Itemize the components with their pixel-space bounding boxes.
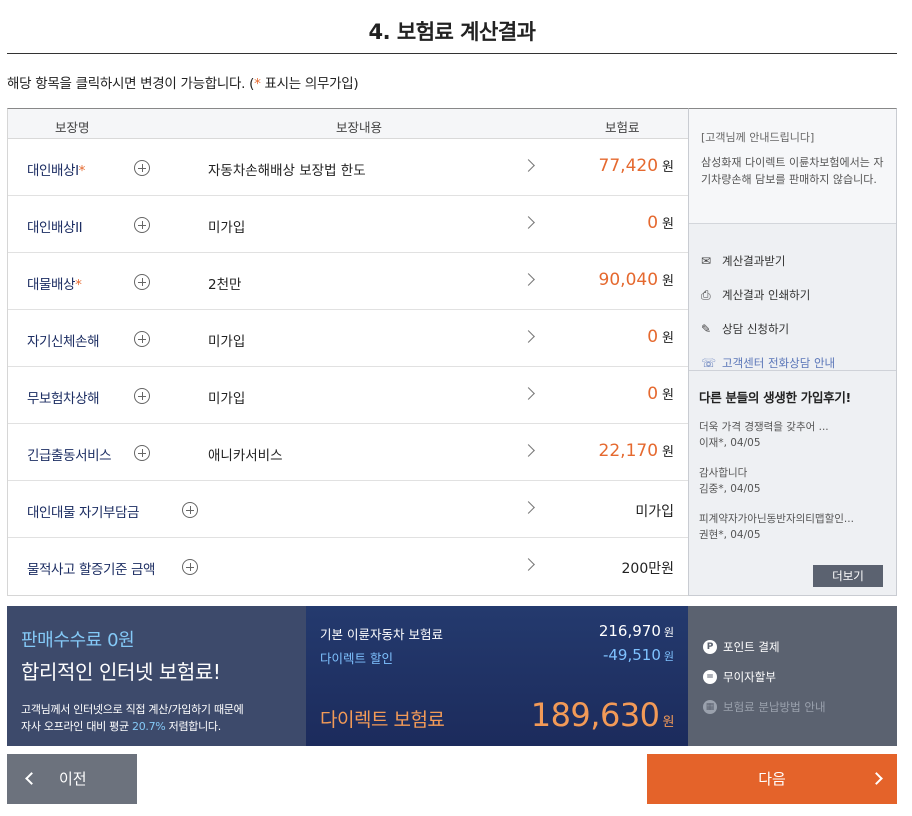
base-premium: 기본 이륜자동차 보험료 216,970 원 <box>320 622 674 642</box>
header-premium: 보험료 <box>605 120 640 135</box>
reviews-title: 다른 분들의 생생한 가입후기! <box>699 390 851 405</box>
coverage-desc: 미가입 <box>208 220 246 236</box>
installment-link[interactable]: = 무이자할부 <box>688 666 897 696</box>
coverage-table: 보장명 보장내용 보험료 대인배상I* 자동차손해배상 보장법 한도 77,420 원… <box>7 108 688 596</box>
reviews-section: 다른 분들의 생생한 가입후기! 더욱 가격 경쟁력을 갖추어 ... 이재*,… <box>689 371 896 543</box>
coverage-desc: 미가입 <box>208 391 246 407</box>
coverage-value: 미가입 <box>635 504 674 520</box>
coverage-name: 물적사고 할증기준 금액 <box>27 562 155 578</box>
summary-bar: 판매수수료 0원 합리적인 인터넷 보험료! 고객님께서 인터넷으로 직접 계산… <box>7 606 897 746</box>
plus-circle-icon[interactable] <box>182 502 198 518</box>
plus-circle-icon[interactable] <box>134 160 150 176</box>
review-item[interactable]: 피계약자가아닌동반자의티맵할인... 권현*, 04/05 <box>699 511 886 543</box>
coverage-desc: 애니카서비스 <box>208 448 283 464</box>
direct-discount: 다이렉트 할인 -49,510 원 <box>320 646 674 666</box>
headset-icon: ☏ <box>701 356 717 370</box>
side-links: ✉ 계산결과받기 ⎙ 계산결과 인쇄하기 ✎ 상담 신청하기 ☏ 고객센터 전화… <box>689 224 896 371</box>
calendar-icon: ▦ <box>703 700 717 714</box>
chevron-right-icon <box>522 330 535 343</box>
table-row[interactable]: 대인대물 자기부담금 미가입 <box>8 481 688 538</box>
table-row[interactable]: 대물배상* 2천만 90,040 원 <box>8 253 688 310</box>
coverage-premium: 90,040 원 <box>598 270 674 290</box>
coverage-name: 자기신체손해 <box>27 334 100 350</box>
notice-text: 해당 항목을 클릭하시면 변경이 가능합니다. (* 표시는 의무가입) <box>7 76 359 92</box>
coverage-desc: 자동차손해배상 보장법 한도 <box>208 163 366 179</box>
coverage-name: 대인배상I* <box>27 163 86 179</box>
chevron-left-icon <box>25 772 38 785</box>
coverage-premium: 0원 <box>647 384 674 404</box>
coverage-desc: 2천만 <box>208 277 242 293</box>
plus-circle-icon[interactable] <box>182 559 198 575</box>
table-row[interactable]: 대인배상I* 자동차손해배상 보장법 한도 77,420 원 <box>8 139 688 196</box>
page-title: 4. 보험료 계산결과 <box>7 0 897 54</box>
print-result-link[interactable]: ⎙ 계산결과 인쇄하기 <box>689 278 896 312</box>
coverage-name: 대인배상II <box>27 220 83 236</box>
coverage-premium: 0원 <box>647 327 674 347</box>
mail-icon: ✉ <box>701 254 712 268</box>
table-row[interactable]: 물적사고 할증기준 금액 200만원 <box>8 538 688 596</box>
side-panel: [고객님께 안내드립니다] 삼성화재 다이렉트 이륜차보험에서는 자기차량손해 … <box>688 108 897 596</box>
table-row[interactable]: 긴급출동서비스 애니카서비스 22,170 원 <box>8 424 688 481</box>
plus-circle-icon[interactable] <box>134 331 150 347</box>
plus-circle-icon[interactable] <box>134 445 150 461</box>
table-row[interactable]: 대인배상II 미가입 0 원 <box>8 196 688 253</box>
point-payment-link[interactable]: P 포인트 결제 <box>688 636 897 666</box>
coverage-value: 200만원 <box>621 561 674 577</box>
total-premium: 다이렉트 보험료 189,630 원 <box>320 696 675 734</box>
next-button[interactable]: 다음 <box>647 754 897 804</box>
chevron-right-icon <box>522 558 535 571</box>
print-icon: ⎙ <box>701 288 711 302</box>
coverage-name: 대인대물 자기부담금 <box>27 505 140 521</box>
review-item[interactable]: 감사합니다 김중*, 04/05 <box>699 465 886 497</box>
plus-circle-icon[interactable] <box>134 274 150 290</box>
coverage-name: 무보험차상해 <box>27 391 100 407</box>
payment-options: P 포인트 결제 = 무이자할부 ▦ 보험료 분납방법 안내 <box>688 606 897 746</box>
chevron-right-icon <box>522 273 535 286</box>
table-header: 보장명 보장내용 보험료 <box>8 109 688 139</box>
chevron-right-icon <box>870 772 883 785</box>
edit-icon: ✎ <box>701 322 712 336</box>
consult-request-link[interactable]: ✎ 상담 신청하기 <box>689 312 896 346</box>
chevron-right-icon <box>522 444 535 457</box>
coverage-name: 긴급출동서비스 <box>27 448 112 464</box>
header-name: 보장명 <box>55 120 90 135</box>
prev-button[interactable]: 이전 <box>7 754 137 804</box>
plus-circle-icon[interactable] <box>134 217 150 233</box>
plus-circle-icon[interactable] <box>134 388 150 404</box>
premium-summary: 기본 이륜자동차 보험료 216,970 원 다이렉트 할인 -49,510 원 다… <box>306 606 688 746</box>
get-result-link[interactable]: ✉ 계산결과받기 <box>689 244 896 278</box>
chevron-right-icon <box>522 387 535 400</box>
card-icon: = <box>703 670 717 684</box>
chevron-right-icon <box>522 159 535 172</box>
table-row[interactable]: 자기신체손해 미가입 0 원 <box>8 310 688 367</box>
call-center-link[interactable]: ☏ 고객센터 전화상담 안내 <box>689 346 896 380</box>
coverage-desc: 미가입 <box>208 334 246 350</box>
coverage-premium: 22,170 원 <box>598 441 674 461</box>
review-item[interactable]: 더욱 가격 경쟁력을 갖추어 ... 이재*, 04/05 <box>699 419 886 451</box>
point-icon: P <box>703 640 717 654</box>
coverage-premium: 0원 <box>647 213 674 233</box>
coverage-name: 대물배상* <box>27 277 82 293</box>
header-content: 보장내용 <box>336 120 383 135</box>
notice-box: [고객님께 안내드립니다] 삼성화재 다이렉트 이륜차보험에서는 자기차량손해 … <box>689 109 896 224</box>
promo-box: 판매수수료 0원 합리적인 인터넷 보험료! 고객님께서 인터넷으로 직접 계산… <box>7 606 306 746</box>
chevron-right-icon <box>522 216 535 229</box>
coverage-premium: 77,420 원 <box>598 156 674 176</box>
chevron-right-icon <box>522 501 535 514</box>
table-row[interactable]: 무보험차상해 미가입 0 원 <box>8 367 688 424</box>
installment-guide-link[interactable]: ▦ 보험료 분납방법 안내 <box>688 696 897 726</box>
more-reviews-button[interactable]: 더보기 <box>813 565 883 587</box>
